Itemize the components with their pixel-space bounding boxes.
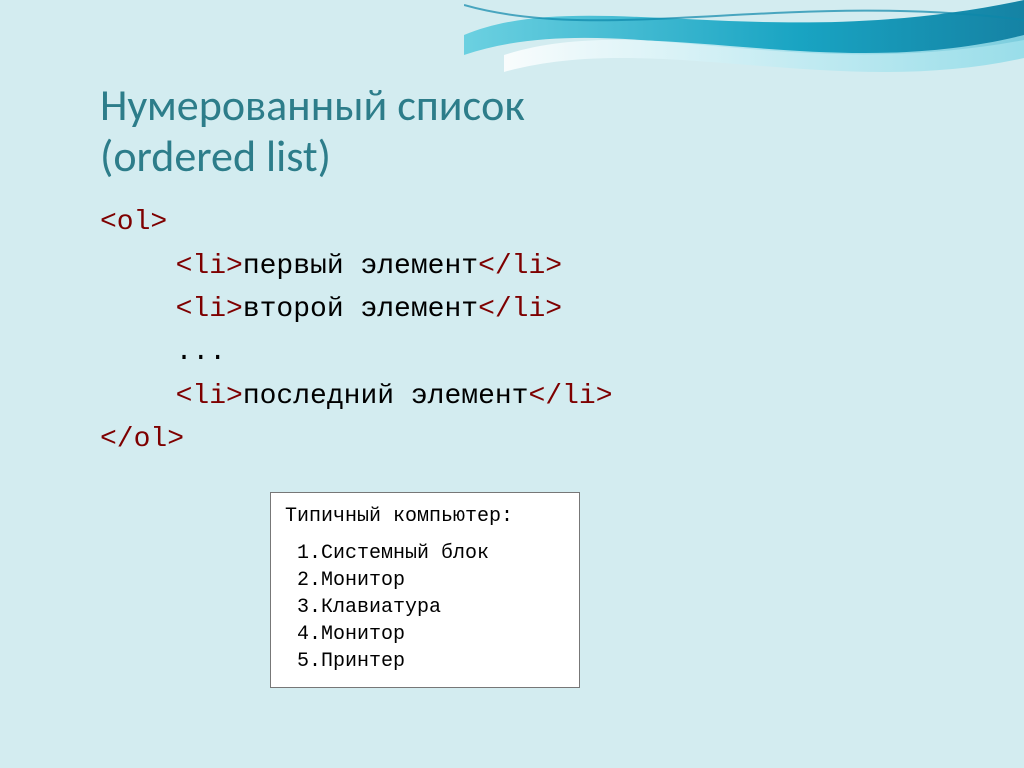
tag-li-close: </li> [528,381,612,412]
tag-ol-open: <ol> [100,207,167,238]
ellipsis: ... [176,337,226,368]
tag-li-close: </li> [478,294,562,325]
tag-li-close: </li> [478,251,562,282]
code-line: ... [100,331,964,374]
title-line-2: (ordered list) [100,129,331,183]
list-item: 3.Клавиатура [285,594,565,621]
list-item: 4.Монитор [285,621,565,648]
example-header: Типичный компьютер: [285,503,565,530]
code-text: второй элемент [243,294,478,325]
tag-ol-close: </ol> [100,424,184,455]
tag-li-open: <li> [176,294,243,325]
code-line: <li>второй элемент</li> [100,288,964,331]
tag-li-open: <li> [176,381,243,412]
code-block: <ol> <li>первый элемент</li> <li>второй … [100,201,964,461]
list-item: 5.Принтер [285,648,565,675]
code-line: <li>последний элемент</li> [100,375,964,418]
slide-content: Нумерованный список (ordered list) <ol> … [100,80,964,688]
title-line-1: Нумерованный список [100,78,525,132]
tag-li-open: <li> [176,251,243,282]
list-item: 1.Системный блок [285,540,565,567]
code-text: первый элемент [243,251,478,282]
code-line: <li>первый элемент</li> [100,245,964,288]
list-item: 2.Монитор [285,567,565,594]
code-text: последний элемент [243,381,529,412]
example-output: Типичный компьютер: 1.Системный блок 2.М… [270,492,580,688]
code-line: </ol> [100,418,964,461]
slide-title: Нумерованный список (ordered list) [100,80,964,181]
code-line: <ol> [100,201,964,244]
